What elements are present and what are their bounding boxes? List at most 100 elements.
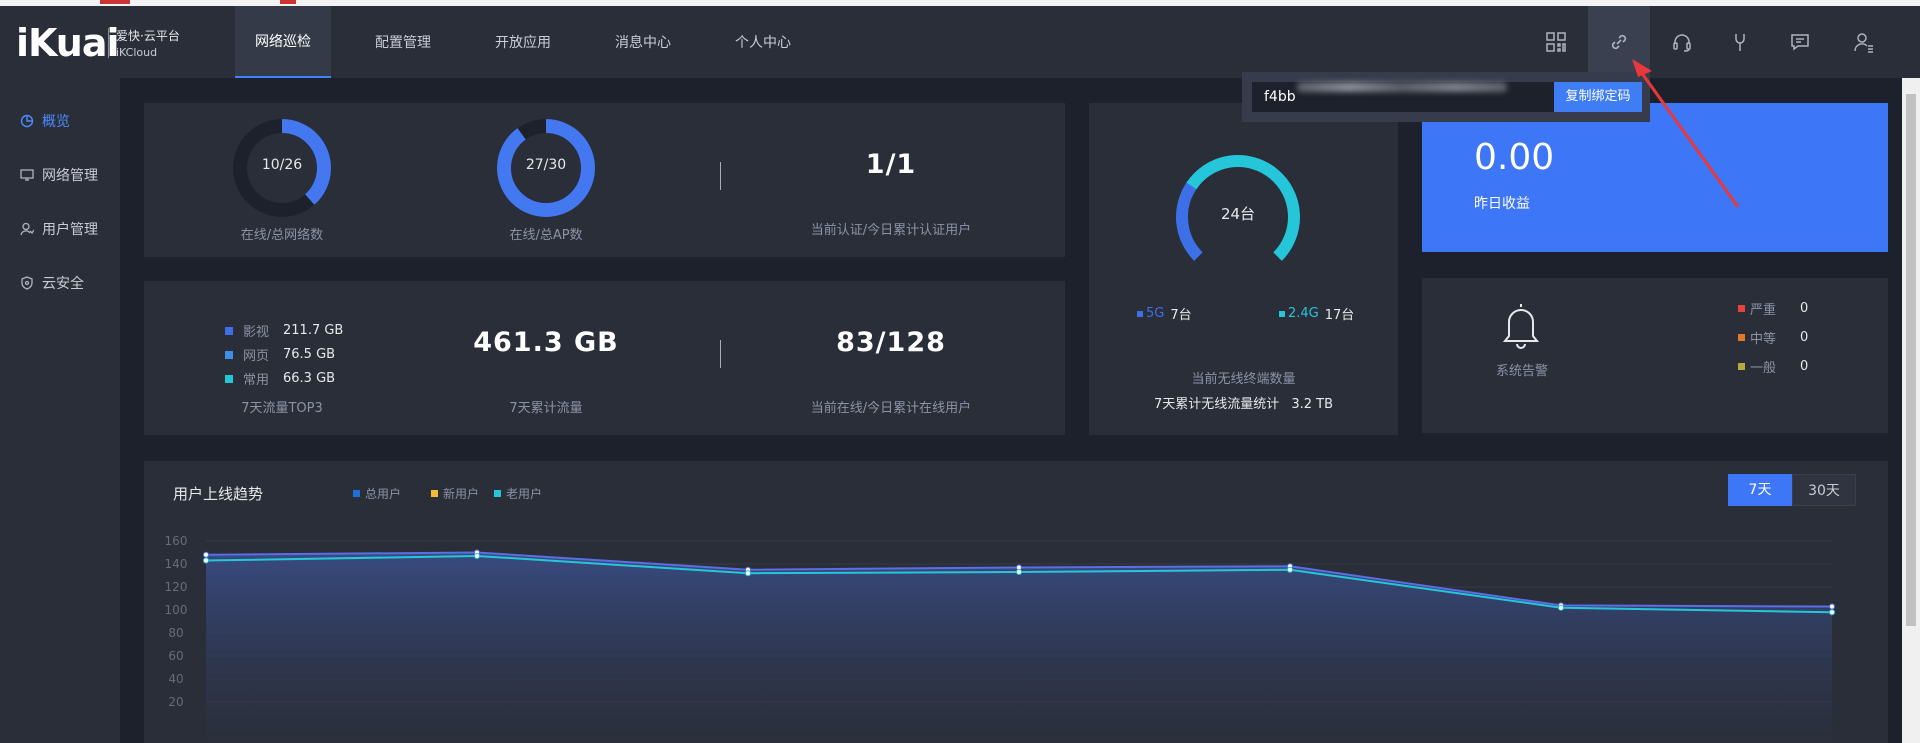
y-tick-label: 60 — [168, 649, 183, 663]
top3-name: 网页 — [243, 349, 270, 364]
wireless-title: 当前无线终端数量 — [1191, 372, 1296, 387]
wireless-stat: 7天累计无线流量统计 3.2 TB — [1089, 393, 1398, 412]
y-tick-label: 100 — [165, 603, 188, 617]
user-settings-icon[interactable] — [1833, 6, 1895, 78]
top3-item-video: 影视 211.7 GB — [225, 321, 343, 340]
alarm-level-name: 一般 — [1750, 361, 1777, 376]
y-tick-label: 120 — [165, 580, 188, 594]
bind-code-text: f4bb — [1264, 89, 1296, 105]
data-point[interactable] — [1016, 569, 1022, 576]
nav-tab-open-apps[interactable]: 开放应用 — [463, 6, 583, 78]
top3-caption: 7天流量TOP3 — [241, 401, 323, 416]
alarm-level-name: 严重 — [1750, 303, 1777, 318]
page-scrollbar[interactable] — [1902, 78, 1920, 743]
stats-card-bottom: 影视 211.7 GB 网页 76.5 GB 常用 66.3 GB 7天流量TO… — [144, 281, 1065, 435]
annotation-arrow — [1632, 59, 1740, 208]
alarm-label: 系统告警 — [1495, 364, 1548, 379]
trend-chart: 160 140 120 100 80 60 40 20 — [165, 534, 1835, 743]
legend-swatch — [1279, 310, 1285, 317]
alarm-level-value: 0 — [1800, 330, 1809, 345]
wireless-stat-value: 3.2 TB — [1291, 397, 1334, 412]
sidebar-item-users[interactable]: 用户管理 — [20, 219, 98, 239]
logo-divider — [108, 28, 109, 58]
user-icon — [20, 222, 34, 236]
grid-icon[interactable] — [1525, 6, 1587, 78]
legend-swatch — [1738, 334, 1745, 341]
nav-tab-messages[interactable]: 消息中心 — [583, 6, 703, 78]
revenue-label: 昨日收益 — [1474, 196, 1530, 212]
online-users-caption: 当前在线/今日累计在线用户 — [810, 401, 972, 416]
nav-tab-config[interactable]: 配置管理 — [343, 6, 463, 78]
legend-swatch — [225, 350, 233, 359]
sidebar-item-label: 用户管理 — [42, 222, 98, 238]
legend-swatch — [1137, 310, 1143, 317]
traffic-value: 461.3 GB — [473, 327, 619, 358]
y-tick-label: 40 — [168, 672, 183, 686]
alarm-level-value: 0 — [1800, 359, 1809, 374]
data-point[interactable] — [1287, 566, 1293, 573]
top3-value: 76.5 GB — [283, 347, 336, 362]
aps-value: 27/30 — [525, 157, 567, 173]
bell-icon — [1502, 304, 1540, 349]
traffic-caption: 7天累计流量 — [509, 401, 583, 416]
scrollbar-thumb[interactable] — [1906, 94, 1916, 626]
brand-name-en: iKCloud — [116, 46, 158, 59]
sidebar-item-network[interactable]: 网络管理 — [20, 165, 98, 185]
divider — [720, 340, 721, 368]
networks-caption: 在线/总网络数 — [240, 228, 324, 243]
sidebar-item-label: 云安全 — [42, 276, 84, 292]
logo: iKuai — [16, 21, 120, 65]
auth-caption: 当前认证/今日累计认证用户 — [810, 223, 972, 238]
top3-name: 常用 — [243, 373, 270, 388]
legend-name: 2.4G — [1288, 306, 1319, 321]
legend-name: 5G — [1146, 306, 1165, 321]
alarm-level-medium: 中等 0 — [1738, 328, 1808, 347]
sidebar-item-cloud-security[interactable]: 云安全 — [20, 273, 84, 293]
wireless-total: 24台 — [1220, 205, 1256, 223]
legend-swatch — [225, 326, 233, 335]
alarm-level-severe: 严重 0 — [1738, 299, 1808, 318]
top3-value: 211.7 GB — [283, 323, 344, 338]
auth-value: 1/1 — [865, 149, 917, 180]
y-tick-label: 20 — [168, 695, 183, 709]
data-point[interactable] — [1558, 604, 1564, 611]
alarm-card: 系统告警 严重 0 中等 0 一般 0 — [1422, 278, 1888, 433]
wireless-stat-label: 7天累计无线流量统计 — [1153, 397, 1280, 412]
nav-tab-network-inspection[interactable]: 网络巡检 — [235, 6, 331, 78]
pie-chart-icon — [20, 114, 34, 128]
shield-icon — [21, 276, 33, 290]
alarm-level-value: 0 — [1800, 301, 1809, 316]
sidebar-item-label: 概览 — [42, 114, 70, 130]
stats-card-top: 10/26 在线/总网络数 27/30 在线/总AP数 1/1 当前认证/今日累… — [144, 103, 1065, 257]
top3-name: 影视 — [243, 325, 270, 340]
message-icon[interactable] — [1769, 6, 1831, 78]
top3-value: 66.3 GB — [283, 371, 336, 386]
data-point[interactable] — [1829, 603, 1835, 610]
divider — [720, 162, 721, 190]
legend-24g: 2.4G 17台 — [1279, 304, 1354, 323]
bind-code-popup: f4bb 复制绑定码 — [1242, 72, 1650, 122]
data-point[interactable] — [203, 557, 209, 564]
online-users-value: 83/128 — [836, 327, 946, 358]
data-point[interactable] — [474, 552, 480, 559]
nav-tab-personal[interactable]: 个人中心 — [703, 6, 823, 78]
data-point[interactable] — [1829, 609, 1835, 616]
revenue-value: 0.00 — [1474, 137, 1555, 178]
legend-swatch — [1738, 305, 1745, 312]
sidebar-item-label: 网络管理 — [42, 168, 98, 184]
y-tick-label: 140 — [165, 557, 188, 571]
legend-swatch — [1738, 363, 1745, 370]
main-nav: 网络巡检 配置管理 开放应用 消息中心 个人中心 — [235, 6, 823, 78]
networks-value: 10/26 — [261, 157, 303, 173]
sidebar-item-overview[interactable]: 概览 — [20, 111, 70, 131]
alarm-level-normal: 一般 0 — [1738, 357, 1808, 376]
wireless-card: 24台 5G 7台 2.4G 17台 当前无线终端数量 7天累计无线流量统计 3… — [1089, 103, 1398, 435]
data-point[interactable] — [203, 551, 209, 558]
data-point[interactable] — [745, 570, 751, 577]
top3-item-web: 网页 76.5 GB — [225, 345, 335, 364]
top3-item-common: 常用 66.3 GB — [225, 369, 335, 388]
series-area-total — [206, 552, 1832, 743]
legend-value: 7台 — [1170, 308, 1192, 323]
y-tick-label: 80 — [168, 626, 183, 640]
y-tick-label: 160 — [165, 534, 188, 548]
